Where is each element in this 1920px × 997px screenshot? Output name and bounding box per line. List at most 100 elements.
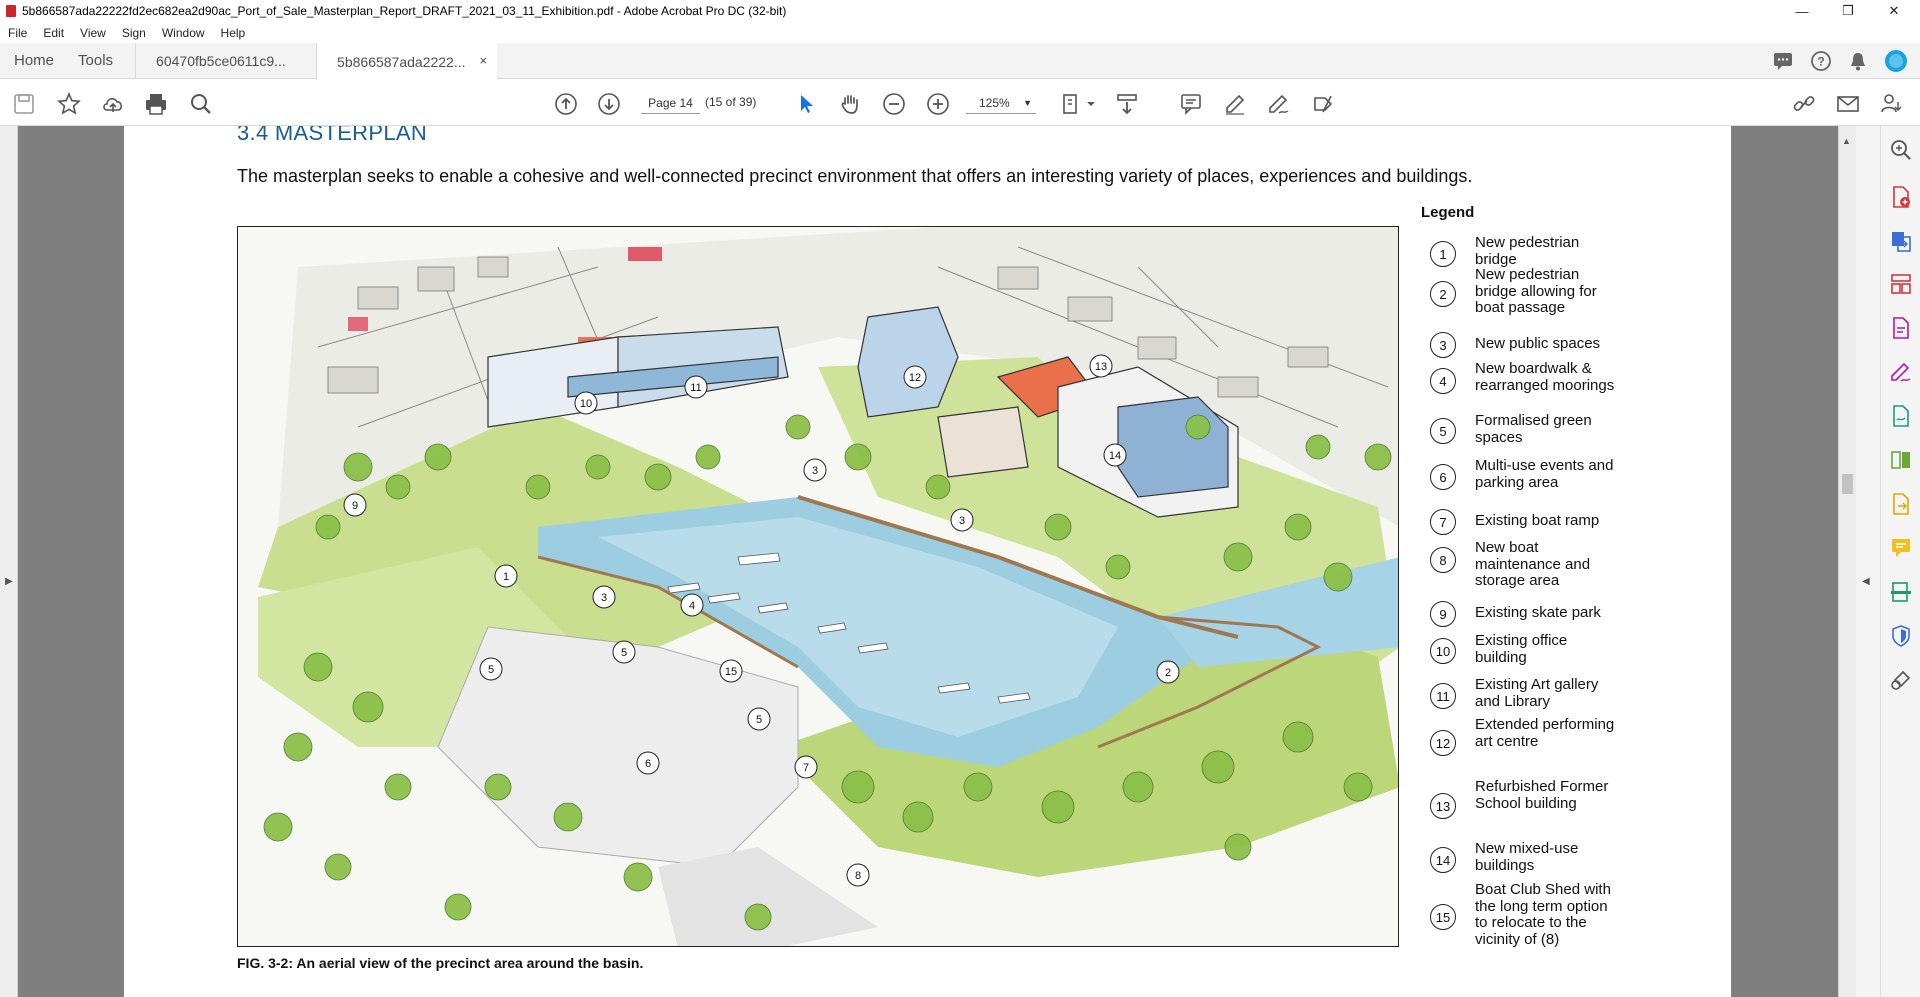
select-cursor-icon[interactable] — [795, 92, 819, 116]
hand-tool-icon[interactable] — [838, 92, 862, 116]
share-link-icon[interactable] — [1792, 92, 1816, 116]
tab-document-1[interactable]: 60470fb5ce0611c9... — [135, 43, 316, 78]
aerial-illustration: 10 11 12 13 14 3 3 3 9 1 4 5 5 15 5 6 7 … — [238, 227, 1398, 946]
legend-number: 5 — [1430, 418, 1456, 444]
map-marker-9: 9 — [343, 493, 367, 517]
map-marker-11: 11 — [684, 375, 708, 399]
menu-view[interactable]: View — [72, 26, 114, 40]
legend-number: 1 — [1430, 241, 1456, 267]
fill-and-sign-icon[interactable] — [1889, 360, 1913, 384]
svg-text:12: 12 — [909, 372, 921, 384]
zoom-value: 125% — [979, 95, 1010, 110]
page-fit-dropdown-icon[interactable] — [1086, 92, 1110, 116]
collapse-right-icon: ◀ — [1862, 576, 1870, 587]
svg-text:1: 1 — [503, 571, 509, 583]
scroll-mode-icon[interactable] — [1115, 92, 1139, 116]
legend-number: 15 — [1430, 904, 1456, 930]
tab-tools[interactable]: Tools — [68, 43, 135, 78]
map-marker-2: 2 — [1156, 660, 1180, 684]
edit-pdf-icon[interactable] — [1889, 316, 1913, 340]
print-icon[interactable] — [144, 92, 168, 116]
zoom-out-icon[interactable] — [882, 92, 906, 116]
organize-pages-icon[interactable] — [1889, 272, 1913, 296]
svg-text:6: 6 — [645, 758, 651, 770]
add-comment-icon[interactable] — [1179, 92, 1203, 116]
previous-page-icon[interactable] — [554, 92, 578, 116]
user-avatar-icon[interactable] — [1884, 49, 1908, 73]
pdf-page: 3.4 MASTERPLAN The masterplan seeks to e… — [124, 126, 1731, 997]
legend-number: 6 — [1430, 464, 1456, 490]
left-panel-toggle[interactable]: ▶ — [0, 126, 18, 997]
zoom-in-icon[interactable] — [926, 92, 950, 116]
zoom-select[interactable]: 125% ▼ — [966, 92, 1036, 114]
tabbar-actions: ? — [1772, 43, 1920, 79]
legend-number: 10 — [1430, 638, 1456, 664]
tab-close-button[interactable]: × — [479, 53, 487, 68]
cloud-upload-icon[interactable] — [101, 92, 125, 116]
export-file-icon[interactable] — [1889, 492, 1913, 516]
highlight-pen-icon[interactable] — [1223, 92, 1247, 116]
comment-icon[interactable] — [1772, 51, 1794, 71]
protect-shield-icon[interactable] — [1889, 624, 1913, 648]
legend-text: Extended performing art centre — [1475, 716, 1615, 750]
save-icon[interactable] — [12, 92, 36, 116]
bookmark-star-icon[interactable] — [57, 92, 81, 116]
menu-bar: File Edit View Sign Window Help — [0, 22, 1920, 43]
vertical-scrollbar[interactable]: ▲ — [1838, 126, 1856, 997]
page-number-field[interactable]: Page 14 — [641, 92, 700, 114]
legend-text: New boat maintenance and storage area — [1475, 539, 1591, 589]
legend-number: 12 — [1430, 730, 1456, 756]
legend-text: New pedestrian bridge allowing for boat … — [1475, 266, 1597, 316]
maximize-button[interactable]: ❐ — [1826, 0, 1870, 22]
tab-document-1-label: 60470fb5ce0611c9... — [156, 52, 286, 69]
legend-number: 14 — [1430, 847, 1456, 873]
email-icon[interactable] — [1836, 92, 1860, 116]
more-tools-icon[interactable] — [1889, 668, 1913, 692]
section-heading: 3.4 MASTERPLAN — [237, 126, 428, 145]
export-pdf-icon[interactable] — [1889, 229, 1913, 253]
send-for-signature-icon[interactable] — [1889, 404, 1913, 428]
tab-document-2[interactable]: 5b866587ada2222... × — [316, 43, 498, 80]
legend-text: Formalised green spaces — [1475, 412, 1592, 446]
menu-help[interactable]: Help — [213, 26, 254, 40]
find-magnifier-icon[interactable] — [189, 92, 213, 116]
map-marker-5a: 5 — [479, 657, 503, 681]
page-fit-icon[interactable] — [1060, 92, 1084, 116]
sign-icon[interactable] — [1267, 92, 1291, 116]
map-marker-1: 1 — [494, 564, 518, 588]
map-marker-6: 6 — [636, 751, 660, 775]
tools-pane — [1880, 126, 1920, 997]
next-page-icon[interactable] — [597, 92, 621, 116]
svg-text:13: 13 — [1095, 361, 1107, 373]
create-pdf-icon[interactable] — [1889, 185, 1913, 209]
notification-bell-icon[interactable] — [1848, 50, 1868, 72]
fill-sign-icon[interactable] — [1311, 92, 1335, 116]
close-window-button[interactable]: ✕ — [1872, 0, 1916, 22]
svg-text:9: 9 — [352, 500, 358, 512]
menu-file[interactable]: File — [0, 26, 35, 40]
help-icon[interactable]: ? — [1810, 50, 1832, 72]
comment-tool-icon[interactable] — [1889, 536, 1913, 560]
legend-text: Refurbished Former School building — [1475, 778, 1609, 812]
scroll-up-icon[interactable]: ▲ — [1842, 136, 1851, 146]
menu-window[interactable]: Window — [154, 26, 213, 40]
svg-text:5: 5 — [621, 647, 627, 659]
menu-sign[interactable]: Sign — [114, 26, 154, 40]
tab-home[interactable]: Home — [0, 43, 68, 78]
map-marker-14: 14 — [1103, 443, 1127, 467]
minimize-button[interactable]: — — [1780, 0, 1824, 22]
map-marker-10: 10 — [574, 391, 598, 415]
scrollbar-thumb[interactable] — [1842, 474, 1853, 494]
right-panel-toggle[interactable]: ◀ — [1856, 126, 1880, 997]
map-marker-7: 7 — [794, 755, 818, 779]
legend-text: Existing Art gallery and Library — [1475, 676, 1599, 710]
menu-edit[interactable]: Edit — [35, 26, 72, 40]
legend-title: Legend — [1421, 204, 1475, 221]
zoom-dropdown-icon: ▼ — [1023, 97, 1032, 108]
compare-files-icon[interactable] — [1889, 448, 1913, 472]
page-count-label: (15 of 39) — [705, 95, 757, 109]
map-marker-5c: 5 — [747, 707, 771, 731]
share-user-icon[interactable] — [1880, 92, 1904, 116]
search-zoom-icon[interactable] — [1889, 138, 1913, 162]
scan-ocr-icon[interactable] — [1889, 580, 1913, 604]
